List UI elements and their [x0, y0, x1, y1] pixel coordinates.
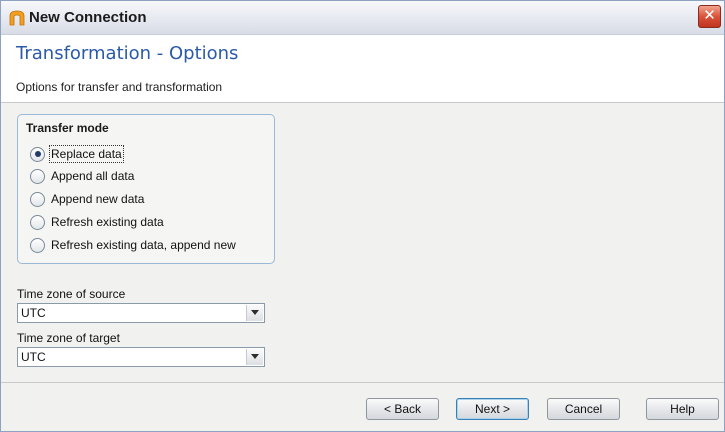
dialog-window: New Connection ✕ Transformation - Option… — [0, 0, 725, 432]
radio-button[interactable] — [30, 237, 45, 253]
radio-button[interactable] — [30, 146, 45, 162]
footer-divider — [1, 382, 724, 383]
radio-button[interactable] — [30, 168, 45, 184]
radio-label: Refresh existing data — [51, 215, 164, 229]
target-timezone-label: Time zone of target — [17, 331, 120, 345]
next-button[interactable]: Next > — [456, 398, 529, 420]
transfer-mode-label: Transfer mode — [26, 121, 109, 135]
radio-label: Append new data — [51, 192, 145, 206]
radio-refresh-existing-data[interactable]: Refresh existing data — [30, 213, 164, 231]
source-timezone-select[interactable]: UTC — [17, 303, 265, 323]
title-bar[interactable]: New Connection ✕ — [1, 1, 724, 35]
chevron-down-icon[interactable] — [246, 349, 263, 365]
target-timezone-select[interactable]: UTC — [17, 347, 265, 367]
radio-label: Refresh existing data, append new — [51, 238, 236, 252]
page-subtitle: Options for transfer and transformation — [16, 80, 223, 94]
radio-label: Replace data — [49, 145, 124, 163]
back-button[interactable]: < Back — [366, 398, 439, 420]
radio-button[interactable] — [30, 191, 45, 207]
window-title: New Connection — [29, 9, 147, 26]
page-title: Transformation - Options — [16, 43, 239, 64]
transfer-mode-group: Transfer mode Replace data Append all da… — [17, 114, 275, 264]
radio-refresh-and-append[interactable]: Refresh existing data, append new — [30, 236, 236, 254]
source-timezone-label: Time zone of source — [17, 287, 126, 301]
radio-label: Append all data — [51, 169, 135, 183]
radio-append-new-data[interactable]: Append new data — [30, 190, 144, 208]
radio-button[interactable] — [30, 214, 45, 230]
cancel-button[interactable]: Cancel — [547, 398, 620, 420]
radio-append-all-data[interactable]: Append all data — [30, 167, 134, 185]
chevron-down-icon[interactable] — [246, 305, 263, 321]
source-timezone-value: UTC — [21, 306, 46, 320]
help-button[interactable]: Help — [646, 398, 719, 420]
wizard-header: Transformation - Options Options for tra… — [1, 35, 724, 103]
radio-replace-data[interactable]: Replace data — [30, 145, 124, 163]
app-logo-icon — [9, 10, 25, 26]
close-icon: ✕ — [703, 7, 716, 24]
close-button[interactable]: ✕ — [698, 5, 721, 28]
target-timezone-value: UTC — [21, 350, 46, 364]
